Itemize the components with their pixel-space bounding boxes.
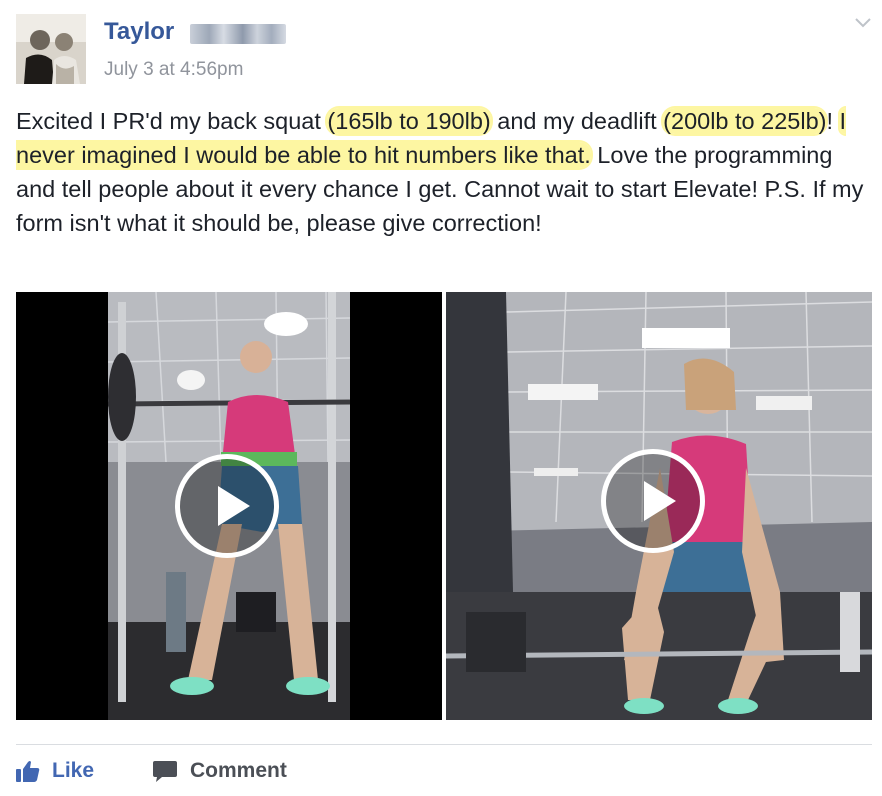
highlighted-text: (165lb to 190lb) [327,108,491,134]
redacted-surname [190,24,286,44]
author-name[interactable]: Taylor [104,18,174,46]
video-deadlift[interactable] [446,292,872,720]
like-button[interactable]: Like [16,756,94,786]
post-body-text: Excited I PR'd my back squat (165lb to 1… [16,104,866,240]
facebook-post: Taylor July 3 at 4:56pm Excited I PR'd m… [0,0,882,796]
chevron-down-icon [855,18,871,28]
video-back-squat[interactable] [16,292,442,720]
post-text-segment: and my deadlift [490,108,664,134]
highlighted-text: (200lb to 225lb) [663,108,827,134]
actions-divider [16,744,872,745]
comment-label: Comment [190,759,287,782]
post-timestamp[interactable]: July 3 at 4:56pm [104,59,243,81]
play-button[interactable] [601,449,705,553]
comment-button[interactable]: Comment [152,756,287,786]
post-text-segment: ! [826,108,840,134]
post-text-segment: Excited I PR'd my back squat [16,108,328,134]
post-options-button[interactable] [852,12,874,32]
like-label: Like [52,759,95,782]
play-button[interactable] [175,454,279,558]
comment-icon [153,761,177,782]
author-avatar[interactable] [16,14,86,84]
thumbs-up-icon [16,761,40,782]
